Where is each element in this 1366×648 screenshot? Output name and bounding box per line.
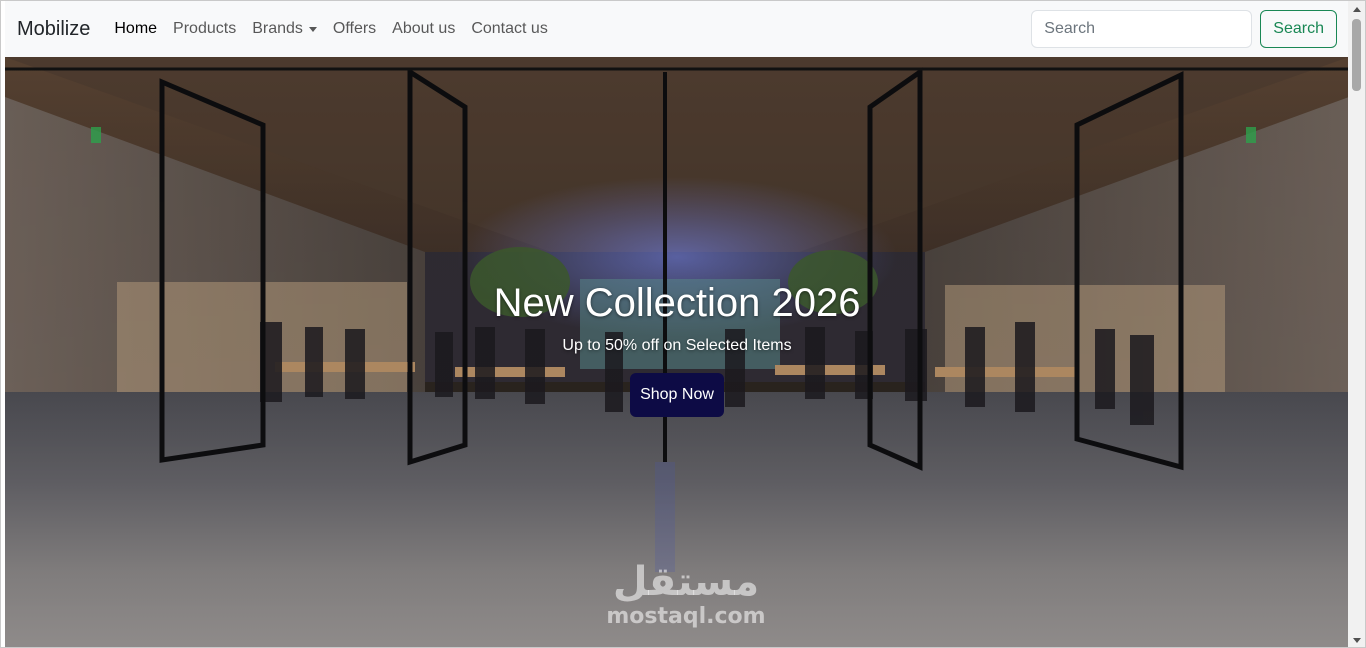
nav-home[interactable]: Home <box>106 21 165 37</box>
nav-products[interactable]: Products <box>165 21 244 37</box>
nav-links: Home Products Brands Offers About us Con… <box>106 21 555 37</box>
scroll-up-arrow-icon[interactable] <box>1348 1 1365 18</box>
watermark: مستقل mostaql.com <box>601 562 771 629</box>
navbar: Mobilize Home Products Brands Offers Abo… <box>5 1 1349 57</box>
search-input[interactable] <box>1031 10 1253 48</box>
search-button[interactable]: Search <box>1260 10 1337 48</box>
watermark-latin: mostaql.com <box>606 604 766 629</box>
hero-content: New Collection 2026 Up to 50% off on Sel… <box>5 279 1349 417</box>
hero-title: New Collection 2026 <box>493 281 861 325</box>
shop-now-button[interactable]: Shop Now <box>630 373 724 417</box>
watermark-arabic: مستقل <box>612 559 760 605</box>
hero-banner: New Collection 2026 Up to 50% off on Sel… <box>5 57 1349 647</box>
nav-offers[interactable]: Offers <box>325 21 384 37</box>
hero-subtitle: Up to 50% off on Selected Items <box>562 337 792 354</box>
scroll-thumb[interactable] <box>1352 19 1361 91</box>
brand-logo[interactable]: Mobilize <box>17 19 90 39</box>
nav-brands-label: Brands <box>252 20 303 37</box>
nav-brands-dropdown[interactable]: Brands <box>244 21 325 37</box>
vertical-scrollbar[interactable] <box>1348 1 1365 647</box>
search-form: Search <box>1031 10 1337 48</box>
browser-viewport: Mobilize Home Products Brands Offers Abo… <box>0 0 1366 648</box>
chevron-down-icon <box>308 26 317 32</box>
scroll-down-arrow-icon[interactable] <box>1348 632 1365 647</box>
nav-contact[interactable]: Contact us <box>463 21 555 37</box>
nav-about[interactable]: About us <box>384 21 463 37</box>
